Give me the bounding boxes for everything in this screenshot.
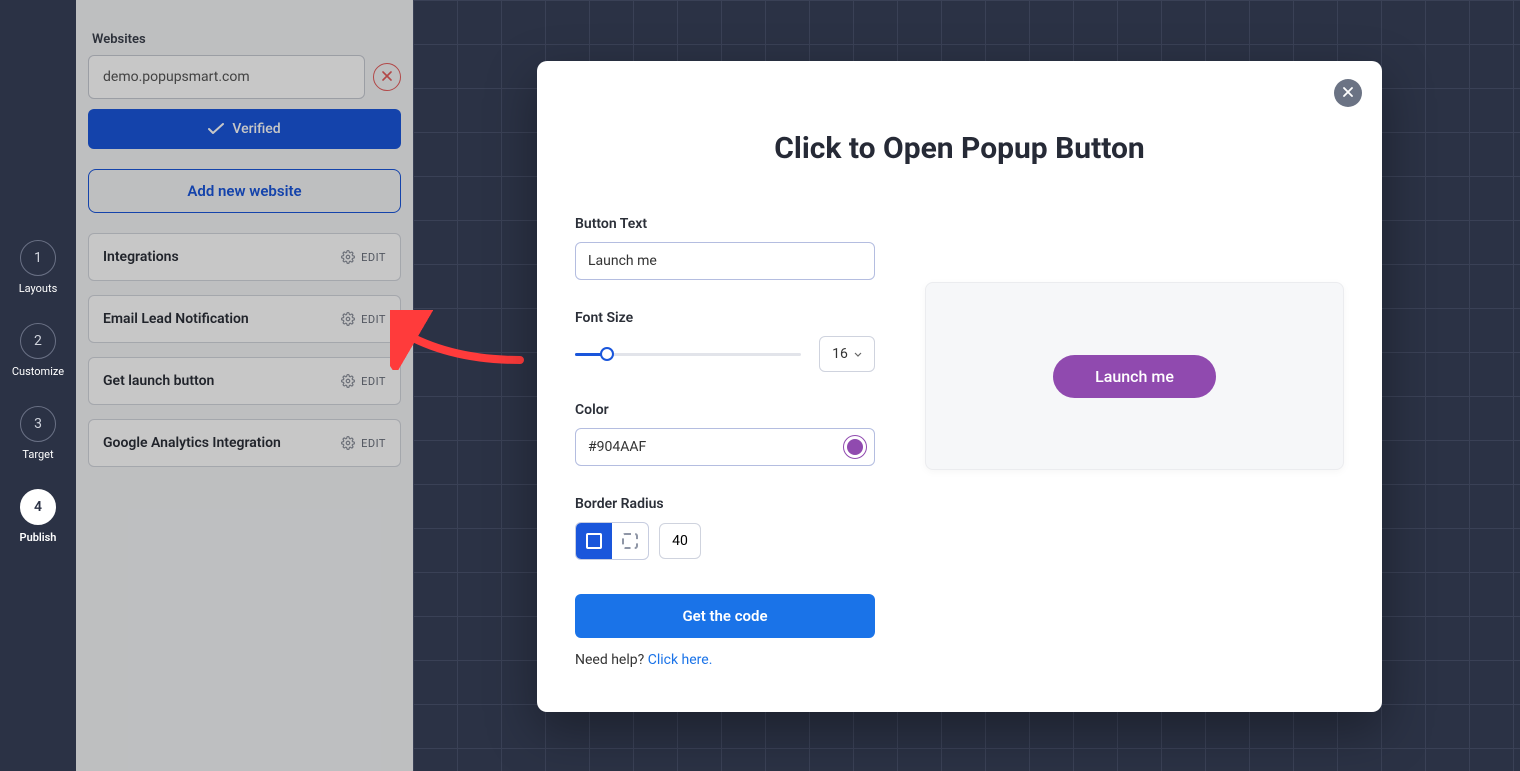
publish-sidebar: Websites Verified Add new website Integr… <box>76 0 413 771</box>
edit-action[interactable]: EDIT <box>341 436 386 450</box>
edit-action[interactable]: EDIT <box>341 250 386 264</box>
add-website-button[interactable]: Add new website <box>88 169 401 213</box>
slider-thumb[interactable] <box>600 347 614 361</box>
gear-icon <box>341 374 355 388</box>
font-size-slider[interactable] <box>575 344 801 364</box>
font-size-value: 16 <box>832 346 848 362</box>
edit-label: EDIT <box>361 251 386 264</box>
preview-column: Launch me <box>925 216 1344 668</box>
gear-icon <box>341 250 355 264</box>
font-size-label: Font Size <box>575 310 875 326</box>
font-size-select[interactable]: 16 <box>819 336 875 372</box>
nav-customize[interactable]: 2 Customize <box>12 323 64 378</box>
edit-action[interactable]: EDIT <box>341 374 386 388</box>
edit-label: EDIT <box>361 313 386 326</box>
sidebar-row-label: Email Lead Notification <box>103 311 249 327</box>
website-row <box>88 55 401 99</box>
verified-button[interactable]: Verified <box>88 109 401 149</box>
nav-layouts[interactable]: 1 Layouts <box>19 240 58 295</box>
check-icon <box>208 123 224 135</box>
nav-step-label: Layouts <box>19 282 58 295</box>
modal-title: Click to Open Popup Button <box>575 131 1344 166</box>
border-radius-label: Border Radius <box>575 496 875 512</box>
help-text: Need help? Click here. <box>575 652 875 668</box>
edit-label: EDIT <box>361 437 386 450</box>
button-text-input[interactable] <box>575 242 875 280</box>
nav-step-label: Publish <box>20 531 57 544</box>
sidebar-row-ga-integration[interactable]: Google Analytics Integration EDIT <box>88 419 401 467</box>
color-swatch-fill <box>847 439 863 455</box>
sidebar-row-label: Google Analytics Integration <box>103 435 281 451</box>
chevron-down-icon <box>854 352 862 357</box>
edit-action[interactable]: EDIT <box>341 312 386 326</box>
close-icon <box>1343 85 1353 101</box>
nav-step-number: 1 <box>20 240 56 276</box>
button-text-label: Button Text <box>575 216 875 232</box>
get-code-button[interactable]: Get the code <box>575 594 875 638</box>
websites-label: Websites <box>92 32 397 47</box>
sidebar-row-email-lead[interactable]: Email Lead Notification EDIT <box>88 295 401 343</box>
nav-step-number: 3 <box>20 406 56 442</box>
form-column: Button Text Font Size 16 <box>575 216 875 668</box>
gear-icon <box>341 312 355 326</box>
nav-step-number: 2 <box>20 323 56 359</box>
edit-label: EDIT <box>361 375 386 388</box>
nav-step-label: Customize <box>12 365 64 378</box>
nav-publish[interactable]: 4 Publish <box>20 489 57 544</box>
sidebar-row-launch-button[interactable]: Get launch button EDIT <box>88 357 401 405</box>
radius-shape-toggle <box>575 522 649 560</box>
button-preview-card: Launch me <box>925 282 1344 470</box>
close-icon <box>382 69 392 85</box>
gear-icon <box>341 436 355 450</box>
sidebar-row-label: Integrations <box>103 249 179 265</box>
dashed-square-icon <box>622 533 638 549</box>
nav-step-label: Target <box>22 448 53 461</box>
color-label: Color <box>575 402 875 418</box>
sidebar-row-label: Get launch button <box>103 373 214 389</box>
website-input[interactable] <box>88 55 365 99</box>
launch-button-modal: Click to Open Popup Button Button Text F… <box>537 61 1382 712</box>
preview-launch-button[interactable]: Launch me <box>1053 355 1216 398</box>
sidebar-row-integrations[interactable]: Integrations EDIT <box>88 233 401 281</box>
remove-website-button[interactable] <box>373 63 401 91</box>
nav-step-number: 4 <box>20 489 56 525</box>
step-nav: 1 Layouts 2 Customize 3 Target 4 Publish <box>0 0 76 771</box>
color-input[interactable] <box>575 428 875 466</box>
radius-solid-option[interactable] <box>576 523 612 559</box>
modal-close-button[interactable] <box>1334 79 1362 107</box>
color-swatch[interactable] <box>843 435 867 459</box>
help-prefix: Need help? <box>575 652 648 668</box>
verified-label: Verified <box>232 121 280 137</box>
square-icon <box>586 533 602 549</box>
radius-dashed-option[interactable] <box>612 523 648 559</box>
nav-target[interactable]: 3 Target <box>20 406 56 461</box>
radius-value-input[interactable] <box>659 523 701 559</box>
help-link[interactable]: Click here. <box>648 652 713 668</box>
